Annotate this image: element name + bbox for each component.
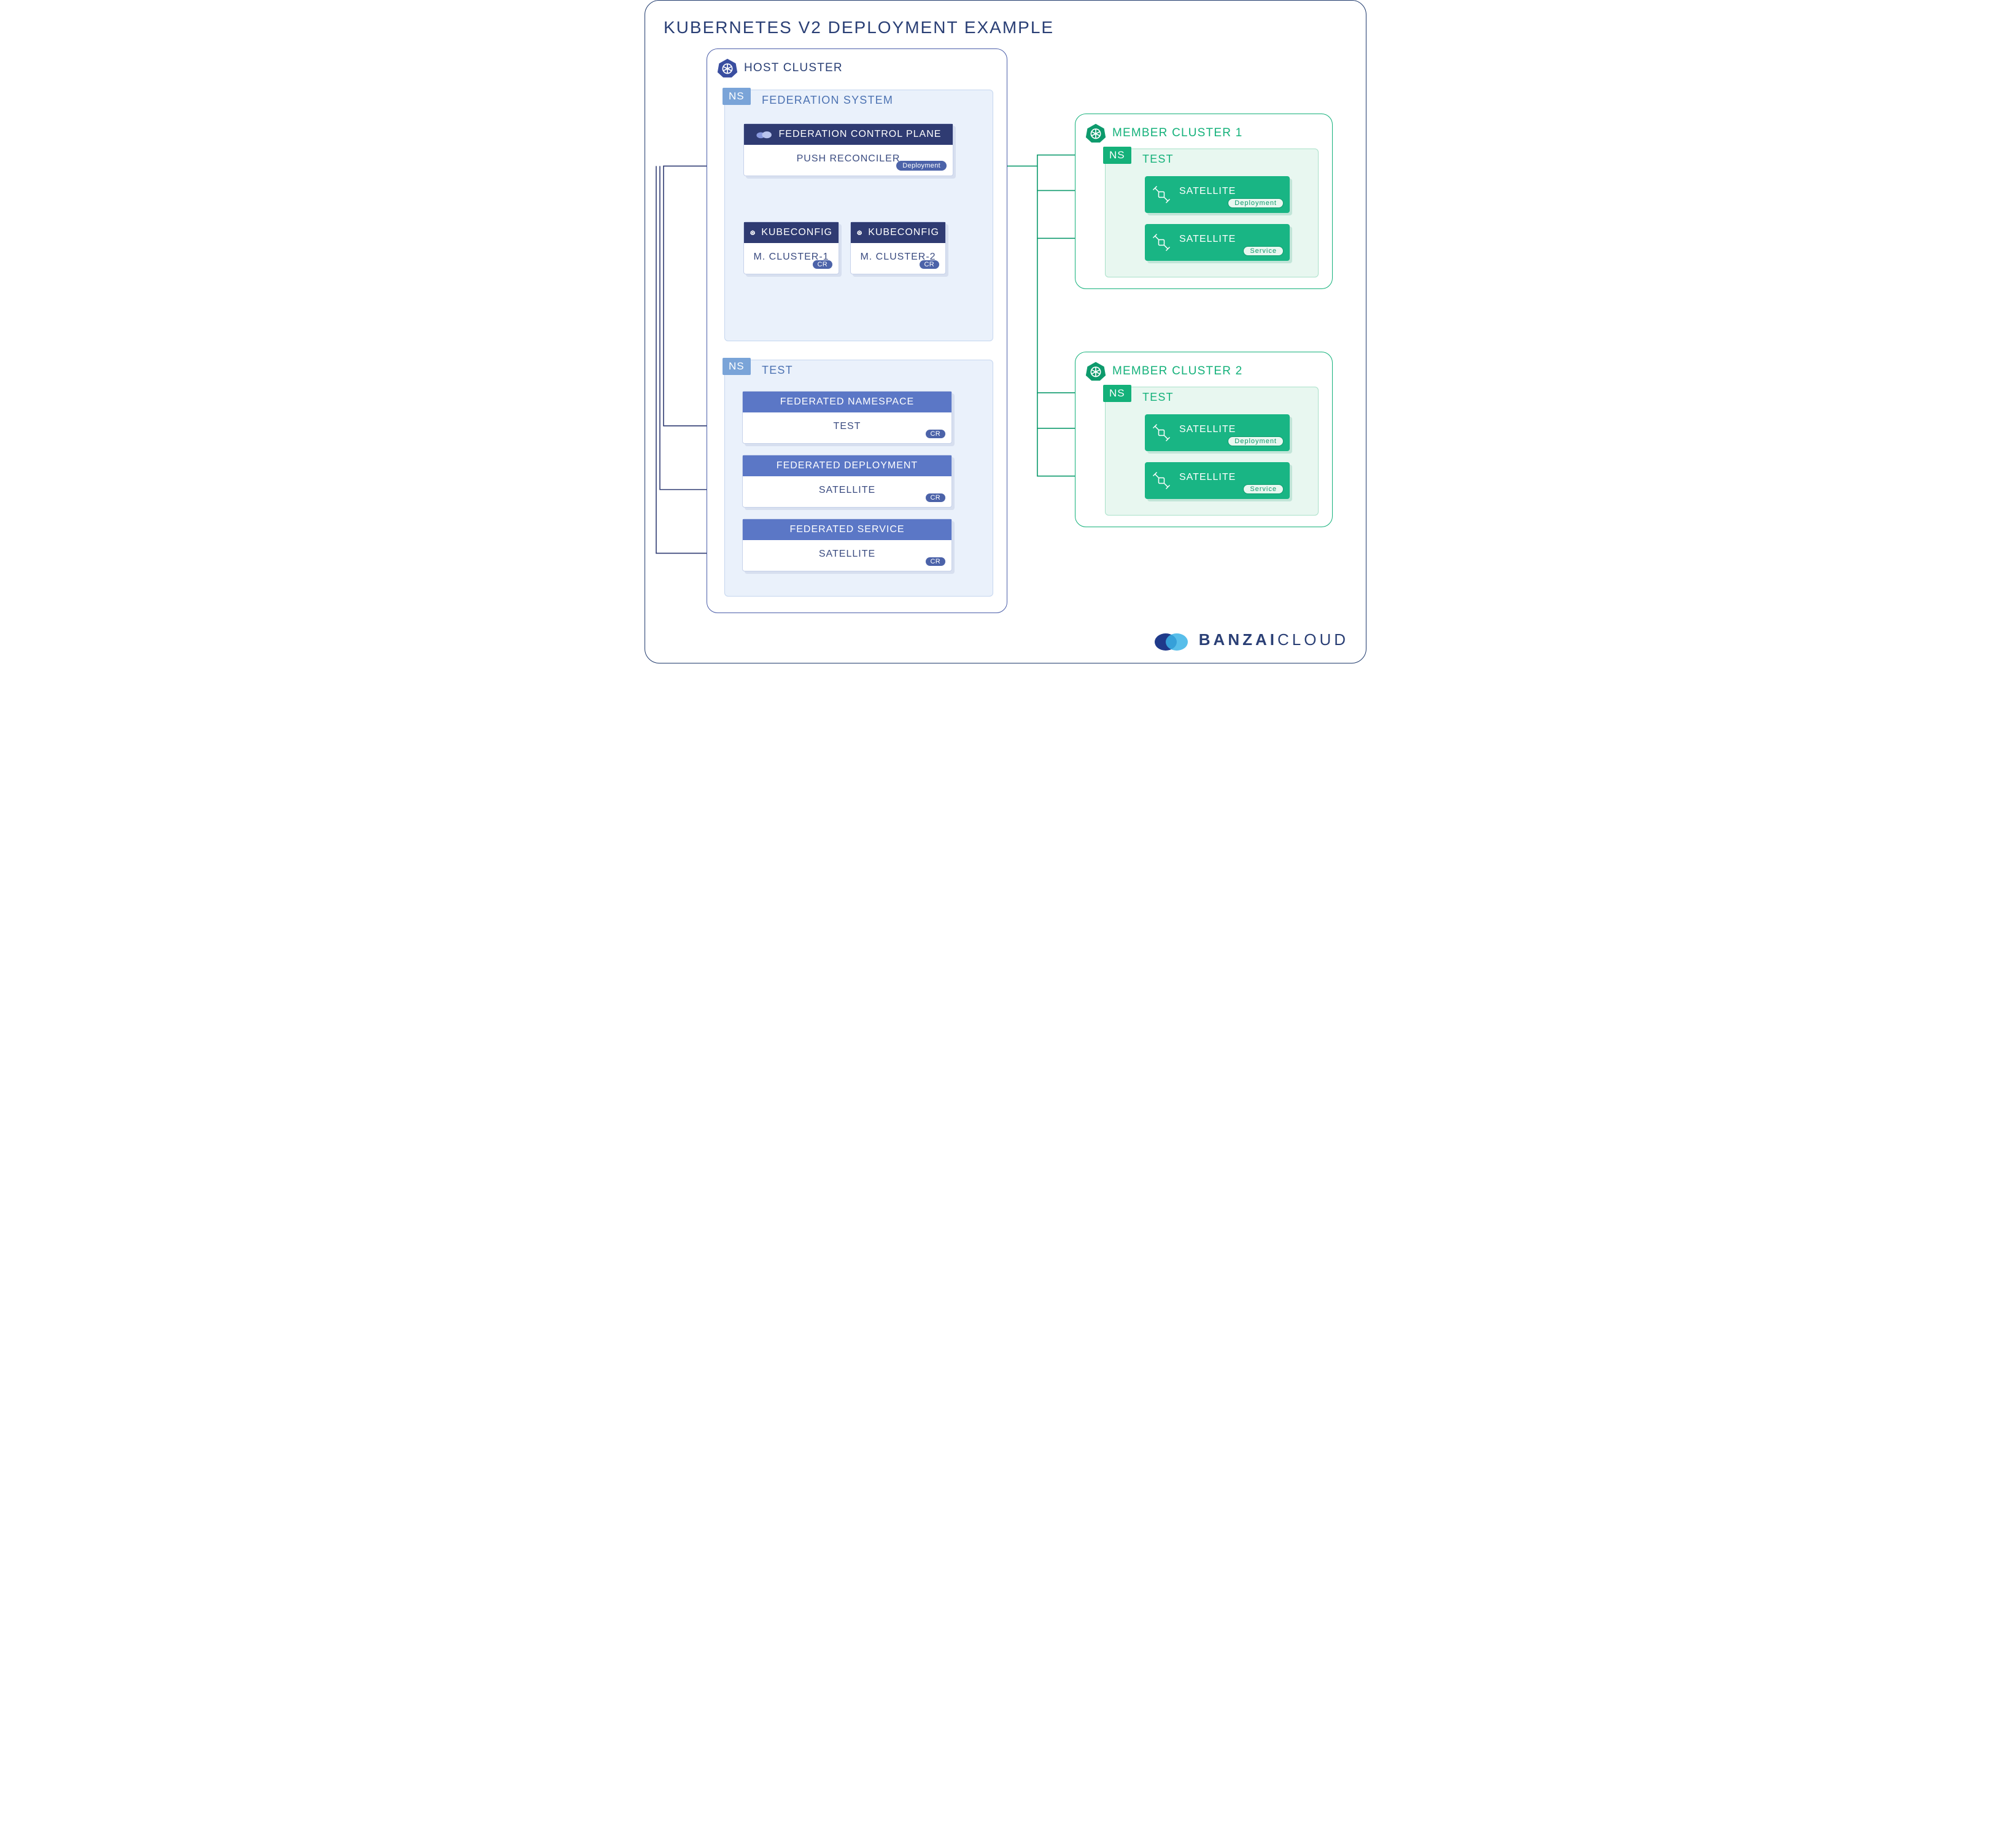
federated-namespace-card: FEDERATED NAMESPACE TEST CR <box>742 391 952 444</box>
pill-deployment: Deployment <box>1228 198 1284 208</box>
card-header-text: FEDERATED NAMESPACE <box>780 396 914 408</box>
brand-text: BANZAICLOUD <box>1199 630 1349 649</box>
card-body-text: TEST <box>834 421 861 431</box>
satellite-service-card: SATELLITE Service <box>1145 224 1290 261</box>
ns-test-host: NS TEST FEDERATED NAMESPACE TEST CR FEDE… <box>724 360 993 597</box>
card-header-text: FEDERATED DEPLOYMENT <box>777 460 918 471</box>
pill-cr: CR <box>926 493 946 502</box>
brand-logo: BANZAICLOUD <box>1153 627 1349 652</box>
ns-tag: NS <box>1103 385 1131 402</box>
card-body: M. CLUSTER-2 CR <box>851 243 945 274</box>
kubernetes-icon <box>1085 361 1106 382</box>
cloud-icon <box>756 130 773 139</box>
pill-service: Service <box>1243 484 1284 494</box>
card-body: PUSH RECONCILER Deployment <box>744 145 953 176</box>
federation-control-plane-card: FEDERATION CONTROL PLANE PUSH RECONCILER… <box>743 123 953 176</box>
card-header-text: KUBECONFIG <box>761 227 832 238</box>
card-body-text: SATELLITE <box>819 485 875 495</box>
ns-label: TEST <box>1142 153 1174 166</box>
pill-cr: CR <box>926 430 946 438</box>
ns-label: FEDERATION SYSTEM <box>762 94 893 107</box>
federated-service-card: FEDERATED SERVICE SATELLITE CR <box>742 519 952 571</box>
satellite-deployment-card: SATELLITE Deployment <box>1145 414 1290 451</box>
brand-rest: CLOUD <box>1277 630 1349 649</box>
brand-bold: BANZAI <box>1199 630 1277 649</box>
ns-tag: NS <box>723 88 751 105</box>
card-header-text: KUBECONFIG <box>868 227 939 238</box>
kubeconfig-2-card: KUBECONFIG M. CLUSTER-2 CR <box>850 222 946 274</box>
card-body-text: PUSH RECONCILER <box>797 153 901 164</box>
pill-service: Service <box>1243 246 1284 256</box>
sat-name: SATELLITE <box>1179 424 1236 435</box>
card-body-text: SATELLITE <box>819 549 875 559</box>
kubernetes-icon <box>750 227 755 238</box>
kubernetes-icon <box>717 58 738 79</box>
member-cluster-title: MEMBER CLUSTER 1 <box>1085 123 1242 144</box>
ns-tag: NS <box>723 358 751 375</box>
member-cluster-title-text: MEMBER CLUSTER 1 <box>1112 126 1242 140</box>
sat-name: SATELLITE <box>1179 472 1236 482</box>
diagram-canvas: KUBERNETES V2 DEPLOYMENT EXAMPLE <box>645 0 1366 663</box>
card-body: TEST CR <box>743 412 951 443</box>
ns-test-member1: NS TEST SATELLITE Deployment SATELLITE S… <box>1105 149 1319 277</box>
federated-deployment-card: FEDERATED DEPLOYMENT SATELLITE CR <box>742 455 952 508</box>
card-body: SATELLITE CR <box>743 476 951 507</box>
card-header: FEDERATED NAMESPACE <box>743 392 951 412</box>
card-header-text: FEDERATED SERVICE <box>789 524 904 535</box>
card-header: FEDERATED DEPLOYMENT <box>743 455 951 476</box>
ns-federation-system: NS FEDERATION SYSTEM FEDERATION CONTROL … <box>724 90 993 341</box>
sat-name: SATELLITE <box>1179 186 1236 196</box>
pill-deployment: Deployment <box>1228 436 1284 446</box>
ns-test-member2: NS TEST SATELLITE Deployment SATELLITE S… <box>1105 387 1319 516</box>
host-cluster-title: HOST CLUSTER <box>717 58 843 79</box>
card-body: SATELLITE CR <box>743 540 951 571</box>
member-cluster-1: MEMBER CLUSTER 1 NS TEST SATELLITE Deplo… <box>1075 114 1333 289</box>
satellite-icon <box>1152 423 1171 442</box>
pill-cr: CR <box>813 260 833 269</box>
pill-deployment: Deployment <box>896 161 947 171</box>
card-header-text: FEDERATION CONTROL PLANE <box>779 129 942 140</box>
card-header: KUBECONFIG <box>744 222 839 243</box>
pill-cr: CR <box>926 557 946 566</box>
member-cluster-2: MEMBER CLUSTER 2 NS TEST SATELLITE Deplo… <box>1075 352 1333 527</box>
member-cluster-title-text: MEMBER CLUSTER 2 <box>1112 365 1242 378</box>
member-cluster-title: MEMBER CLUSTER 2 <box>1085 361 1242 382</box>
banzaicloud-icon <box>1153 627 1190 652</box>
kubernetes-icon <box>1085 123 1106 144</box>
satellite-icon <box>1152 233 1171 252</box>
card-header: FEDERATED SERVICE <box>743 519 951 540</box>
card-header: FEDERATION CONTROL PLANE <box>744 124 953 145</box>
diagram-title: KUBERNETES V2 DEPLOYMENT EXAMPLE <box>664 18 1054 37</box>
ns-label: TEST <box>1142 391 1174 404</box>
kubernetes-icon <box>857 227 862 238</box>
card-header: KUBECONFIG <box>851 222 945 243</box>
pill-cr: CR <box>920 260 940 269</box>
satellite-icon <box>1152 471 1171 490</box>
kubeconfig-1-card: KUBECONFIG M. CLUSTER-1 CR <box>743 222 839 274</box>
ns-label: TEST <box>762 364 793 377</box>
satellite-service-card: SATELLITE Service <box>1145 462 1290 499</box>
sat-name: SATELLITE <box>1179 234 1236 244</box>
card-body: M. CLUSTER-1 CR <box>744 243 839 274</box>
host-cluster: HOST CLUSTER NS FEDERATION SYSTEM FEDERA… <box>707 48 1007 613</box>
satellite-icon <box>1152 185 1171 204</box>
ns-tag: NS <box>1103 147 1131 164</box>
satellite-deployment-card: SATELLITE Deployment <box>1145 176 1290 213</box>
host-cluster-title-text: HOST CLUSTER <box>744 61 843 75</box>
